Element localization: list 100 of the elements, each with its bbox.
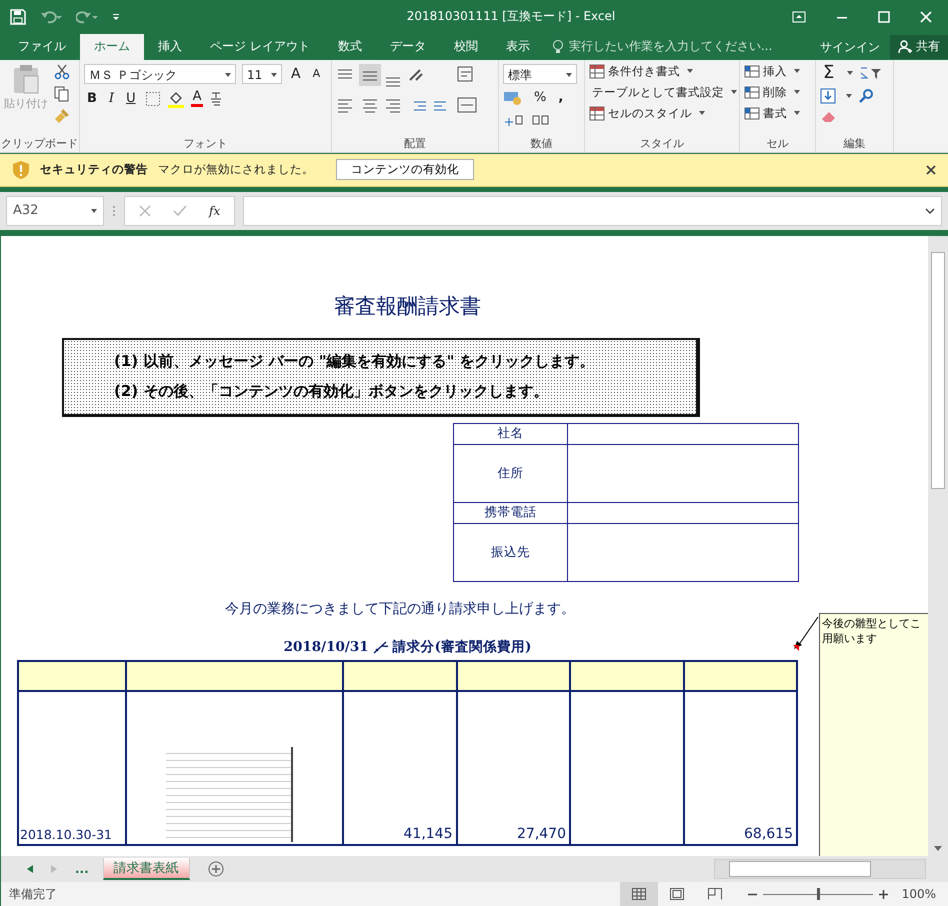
more-sheets-button[interactable]: ... [75,862,89,876]
percent-button[interactable]: % [531,90,550,106]
cells-button[interactable]: 削除 [744,84,811,100]
group-label: 配置 [403,136,427,152]
table-cell: 社名 [454,423,568,444]
sign-in-link[interactable]: サインイン [820,34,880,60]
cells-button[interactable]: 挿入 [744,64,811,79]
grid-icon [744,64,760,79]
table-style-icon [589,106,605,121]
cells-button[interactable]: 書式 [744,106,811,121]
shield-warning-icon [12,160,30,180]
comment-text: 用願います [822,630,878,646]
checkmark-icon[interactable] [173,204,187,217]
page-icon [670,888,684,900]
scissors-icon[interactable] [54,64,70,80]
search-icon[interactable] [858,88,874,104]
grow-font-button[interactable]: A [288,66,304,82]
pen-icon [372,640,389,654]
comma-button[interactable]: , [555,90,566,106]
comment-text: 今後の雛型としてこ [822,616,922,631]
ribbon-tab[interactable]: 校閲 [440,34,492,60]
ribbon-tab[interactable]: 挿入 [144,34,196,60]
group-label: 編集 [842,136,866,152]
sort-filter-icon[interactable] [859,66,884,80]
fill-color-icon[interactable] [166,90,185,108]
vertical-scrollbar[interactable] [928,236,948,856]
table-cell: 41,145 [343,690,456,845]
comment-indicator-icon [793,644,799,651]
ribbon-tab[interactable]: ファイル [4,34,80,60]
prev-sheet-icon[interactable] [27,865,33,874]
formula-input[interactable] [243,196,942,226]
lightbulb-icon [552,39,564,54]
shrink-font-button[interactable]: A [310,67,324,80]
group-label: 数値 [530,136,554,152]
add-sheet-icon[interactable] [208,861,224,878]
bold-button[interactable]: B [84,91,100,106]
sheet-tab[interactable]: 請求書表紙 [102,858,190,880]
period-date: 2018/10/31 [284,638,369,655]
ribbon-tab[interactable]: データ [376,34,440,60]
horizontal-scrollbar[interactable] [714,859,926,880]
style-button[interactable]: テーブルとして書式設定 [589,84,735,100]
ribbon-display-icon[interactable] [792,10,806,23]
font-color-button[interactable]: A [190,90,204,108]
table-cell: 携帯電話 [454,502,568,524]
ribbon-tab[interactable]: ページ レイアウト [196,34,324,60]
undo-icon[interactable] [40,10,62,24]
status-text: 準備完了 [9,886,57,902]
autosum-button[interactable]: Σ [820,64,838,82]
group-label: セル [766,136,790,152]
clipboard-icon [12,64,40,94]
person-icon [898,40,912,54]
window-title: 201810301111 [互換モード] - Excel [406,8,616,26]
table-cell: 住所 [454,444,568,502]
group-label: スタイル [639,136,685,152]
security-message: マクロが無効にされました。 [158,162,314,178]
underline-button[interactable]: U [123,91,139,106]
table-cell: 68,615 [684,690,797,845]
ribbon-tab[interactable]: ホーム [80,34,144,60]
redo-icon[interactable] [76,10,98,24]
style-button[interactable]: 条件付き書式 [589,64,735,79]
ribbon-tab[interactable]: 表示 [492,34,544,60]
number-format-dropdown[interactable]: 標準 [503,64,577,84]
font-name-dropdown[interactable]: ＭＳ Ｐゴシック [84,64,236,84]
instruction-text: (2) その後、「コンテンツの有効化」ボタンをクリックします。 [114,380,550,402]
ribbon-tab[interactable]: 数式 [324,34,376,60]
zoom-in-icon[interactable] [878,890,888,898]
page-break-icon [708,888,722,900]
instruction-text: (1) 以前、メッセージ バーの "編集を有効にする" をクリックします。 [114,350,596,372]
period-heading: 請求分(審査関係費用) [392,638,532,656]
tell-me-field[interactable]: 実行したい作業を入力してください... [544,34,820,60]
zoom-slider[interactable] [748,890,888,898]
grid-icon [632,888,646,900]
maximize-icon[interactable] [878,10,890,23]
fill-down-icon[interactable] [820,88,836,104]
table-cell: 27,470 [456,690,570,845]
sheet-title: 審査報酬請求書 [333,292,482,320]
group-label: フォント [182,136,228,152]
view-button[interactable] [620,882,658,906]
phonetic-icon[interactable] [209,90,224,107]
share-button[interactable]: 共有 [890,34,948,59]
intro-text: 今月の業務につきまして下記の通り請求申し上げます。 [225,600,576,618]
table-cell: 振込先 [454,523,568,582]
italic-button[interactable]: I [106,91,118,106]
customize-icon[interactable] [112,12,120,21]
save-icon[interactable] [10,8,26,25]
copy-icon[interactable] [54,86,70,102]
expand-icon[interactable] [925,208,935,214]
font-size-dropdown[interactable]: 11 [242,64,282,84]
group-label: クリップボード [0,136,79,152]
zoom-thumb[interactable] [816,888,820,900]
grid-icon [744,106,760,121]
insert-function-button[interactable]: fx [209,204,220,218]
enable-content-button[interactable]: コンテンツの有効化 [336,159,474,180]
scroll-down-icon[interactable] [934,846,942,852]
grid-icon [744,84,760,100]
style-button[interactable]: セルのスタイル [589,106,735,121]
close-icon[interactable] [926,164,936,175]
name-box[interactable]: A32 [6,196,104,226]
border-icon[interactable] [144,90,161,107]
zoom-level[interactable]: 100% [902,887,936,901]
